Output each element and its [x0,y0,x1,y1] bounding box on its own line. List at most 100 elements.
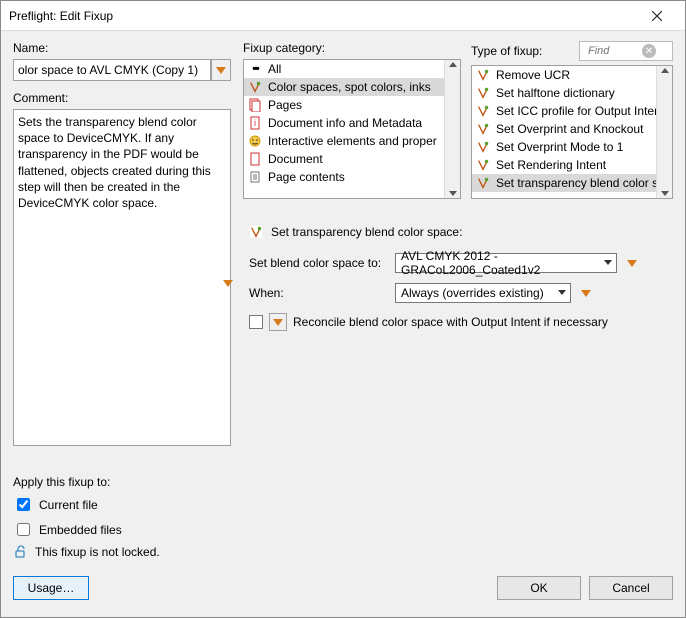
scroll-up-icon [661,68,669,73]
right-column: Fixup category: ••• All Color spaces, spot… [243,41,673,559]
reconcile-menu-button[interactable] [269,313,287,331]
preflight-edit-fixup-window: Preflight: Edit Fixup Name: Comment: Set… [0,0,686,618]
blend-space-value: AVL CMYK 2012 - GRACoL2006_Coated1v2 [401,249,600,277]
type-of-fixup-listbox[interactable]: Remove UCR Set halftone dictionary Set ICC… [471,65,673,199]
field-menu-icon[interactable] [581,290,591,297]
category-item-icon [248,80,262,94]
titlebar: Preflight: Edit Fixup [1,1,685,31]
fixup-category-listbox[interactable]: ••• All Color spaces, spot colors, inks Pag… [243,59,461,199]
scrollbar[interactable] [656,66,672,198]
fixup-icon [476,176,490,190]
scrollbar[interactable] [444,60,460,198]
blend-space-select[interactable]: AVL CMYK 2012 - GRACoL2006_Coated1v2 [395,253,617,273]
category-item-label: Page contents [268,170,345,184]
when-value: Always (overrides existing) [401,286,544,300]
category-item[interactable]: Document [244,150,460,168]
fixup-category-label: Fixup category: [243,41,461,55]
ok-button[interactable]: OK [497,576,581,600]
reconcile-label: Reconcile blend color space with Output … [293,315,608,329]
chevron-down-icon [223,280,233,301]
category-item[interactable]: ••• All [244,60,460,78]
category-item[interactable]: Pages [244,96,460,114]
category-item[interactable]: Interactive elements and proper [244,132,460,150]
fixup-icon [476,86,490,100]
category-item-icon [248,134,262,148]
type-item-label: Set transparency blend color sp [496,176,665,190]
fixup-icon [476,122,490,136]
scroll-down-icon [449,191,457,196]
category-item[interactable]: Color spaces, spot colors, inks [244,78,460,96]
left-column: Name: Comment: Sets the transparency ble… [13,41,231,559]
footer: Usage… OK Cancel [1,571,685,617]
category-item-label: All [268,62,281,76]
category-item-icon [248,152,262,166]
type-item-label: Set halftone dictionary [496,86,615,100]
type-item-label: Set ICC profile for Output Inter [496,104,658,118]
field-menu-icon[interactable] [627,260,637,267]
fixup-icon [476,68,490,82]
category-item[interactable]: Page contents [244,168,460,186]
type-item[interactable]: Set transparency blend color sp [472,174,672,192]
type-item-label: Remove UCR [496,68,570,82]
category-item-label: Pages [268,98,302,112]
type-item[interactable]: Set Overprint Mode to 1 [472,138,672,156]
category-item-label: Document info and Metadata [268,116,422,130]
find-box[interactable]: ✕ [579,41,673,61]
apply-label: Apply this fixup to: [13,475,231,489]
type-item[interactable]: Set ICC profile for Output Inter [472,102,672,120]
chevron-down-icon [558,290,566,295]
separator [243,209,673,211]
comment-menu-button[interactable] [223,287,233,301]
scroll-up-icon [449,62,457,67]
svg-text:i: i [254,118,256,128]
blend-space-label: Set blend color space to: [249,256,387,270]
type-item[interactable]: Set Rendering Intent [472,156,672,174]
fixup-category-panel: Fixup category: ••• All Color spaces, spot… [243,41,461,199]
comment-label: Comment: [13,91,231,105]
type-item[interactable]: Set halftone dictionary [472,84,672,102]
category-item[interactable]: i Document info and Metadata [244,114,460,132]
type-of-fixup-label: Type of fixup: [471,44,573,58]
fixup-icon [476,140,490,154]
lock-status-text: This fixup is not locked. [35,545,160,559]
type-item[interactable]: Remove UCR [472,66,672,84]
category-item-label: Interactive elements and proper [268,134,437,148]
category-item-icon [248,170,262,184]
detail-panel: Set transparency blend color space: Set … [243,225,673,331]
embedded-files-label: Embedded files [39,523,122,537]
chevron-down-icon [216,67,226,74]
usage-button[interactable]: Usage… [13,576,89,600]
name-input[interactable] [13,59,211,81]
category-item-label: Document [268,152,323,166]
fixup-icon [476,104,490,118]
when-select[interactable]: Always (overrides existing) [395,283,571,303]
comment-textarea[interactable]: Sets the transparency blend color space … [13,109,231,446]
embedded-files-checkbox-row[interactable]: Embedded files [13,520,231,539]
close-button[interactable] [637,2,677,30]
current-file-checkbox[interactable] [17,498,30,511]
category-item-icon [248,98,262,112]
clear-find-icon[interactable]: ✕ [642,44,656,58]
fixup-icon [249,225,263,239]
find-input[interactable] [586,44,642,58]
detail-title: Set transparency blend color space: [271,225,462,239]
embedded-files-checkbox[interactable] [17,523,30,536]
fixup-icon [476,158,490,172]
name-menu-button[interactable] [211,59,231,81]
name-label: Name: [13,41,231,55]
unlock-icon [13,545,27,559]
current-file-checkbox-row[interactable]: Current file [13,495,231,514]
category-item-icon: ••• [248,62,262,76]
type-item-label: Set Overprint Mode to 1 [496,140,623,154]
type-of-fixup-panel: Type of fixup: ✕ Remove UCR Set halftone … [471,41,673,199]
chevron-down-icon [273,319,283,326]
category-item-icon: i [248,116,262,130]
type-item-label: Set Overprint and Knockout [496,122,643,136]
scroll-down-icon [661,191,669,196]
window-title: Preflight: Edit Fixup [9,9,637,23]
cancel-button[interactable]: Cancel [589,576,673,600]
when-label: When: [249,286,387,300]
type-item[interactable]: Set Overprint and Knockout [472,120,672,138]
reconcile-checkbox[interactable] [249,315,263,329]
category-item-label: Color spaces, spot colors, inks [268,80,431,94]
